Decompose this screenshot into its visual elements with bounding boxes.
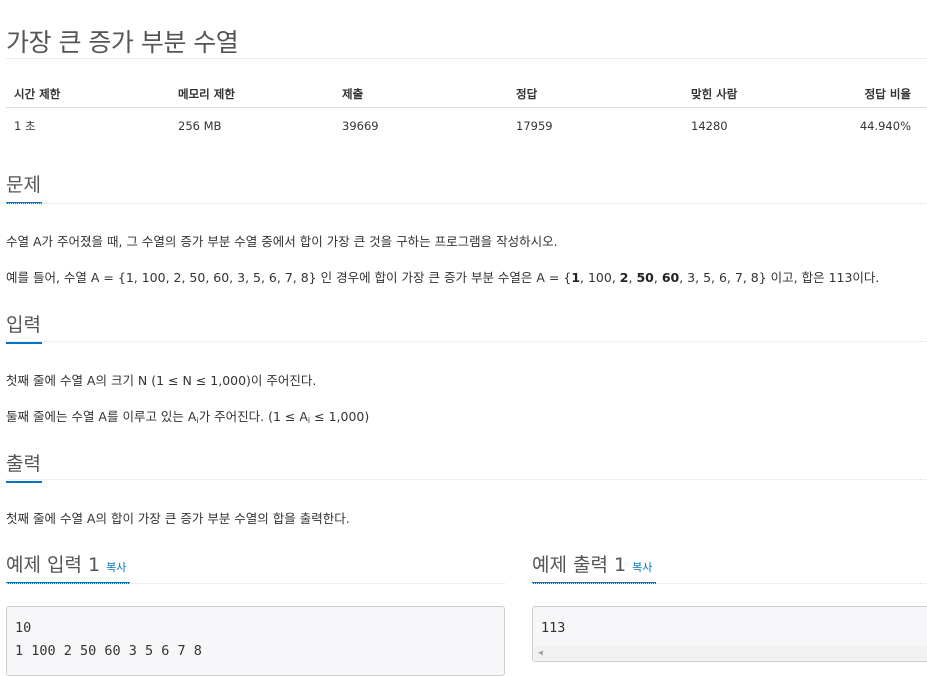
description-divider [6,203,927,204]
description-line-2-sep-3: , [653,270,662,285]
input-heading: 입력 [6,310,42,344]
copy-sample-output-button[interactable]: 복사 [632,561,652,574]
problem-stats-table: 시간 제한 메모리 제한 제출 정답 맞힌 사람 정답 비율 1 초 256 M… [6,80,927,144]
description-line-1: 수열 A가 주어졌을 때, 그 수열의 증가 부분 수열 중에서 합이 가장 큰… [6,234,558,249]
input-line-2: 둘째 줄에는 수열 A를 이루고 있는 Ai가 주어진다. (1 ≤ Ai ≤ … [6,406,369,425]
output-heading-underline [6,481,42,483]
input-line-2-end: ≤ 1,000) [310,409,370,424]
input-line-1: 첫째 줄에 수열 A의 크기 N (1 ≤ N ≤ 1,000)이 주어진다. [6,373,317,388]
stats-header-accepted-ratio: 정답 비율 [839,80,927,108]
stats-header-time-limit: 시간 제한 [6,80,170,108]
input-heading-text: 입력 [6,314,41,336]
sample-input-heading-text: 예제 입력 1 [6,554,101,576]
stats-memory-limit: 256 MB [178,119,222,133]
description-heading: 문제 [6,170,42,204]
stats-value-row: 1 초 256 MB 39669 17959 14280 44.940% [6,108,927,145]
scroll-left-arrow-icon[interactable]: ◀ [538,646,543,660]
highlight-3: 50 [636,270,654,285]
input-heading-underline [6,342,42,344]
sample-output-text: 113 [541,620,566,636]
input-divider [6,341,927,342]
stats-header-solved-users: 맞힌 사람 [683,80,839,108]
highlight-2: 2 [619,270,629,285]
description-heading-text: 문제 [6,174,41,196]
stats-submissions: 39669 [342,119,379,133]
title-divider [6,58,927,59]
highlight-1: 1 [571,270,581,285]
description-line-2-suffix: , 3, 5, 6, 7, 8} 이고, 합은 113이다. [679,270,880,285]
copy-sample-input-button[interactable]: 복사 [106,561,126,574]
description-line-2-sep-1: , 100, [580,270,620,285]
sample-input-box: 10 1 100 2 50 60 3 5 6 7 8 [6,606,505,676]
highlight-4: 60 [661,270,680,285]
sample-output-heading-text: 예제 출력 1 [532,554,627,576]
stats-time-limit: 1 초 [14,119,36,133]
sample-input-heading: 예제 입력 1 복사 [6,550,130,584]
stats-header-row: 시간 제한 메모리 제한 제출 정답 맞힌 사람 정답 비율 [6,80,927,108]
output-heading-text: 출력 [6,453,41,475]
sample-input-divider [6,583,506,584]
stats-header-accepted: 정답 [508,80,683,108]
stats-header-submissions: 제출 [334,80,508,108]
stats-accepted-ratio: 44.940% [859,119,911,133]
input-line-2-prefix: 둘째 줄에는 수열 A를 이루고 있는 A [6,409,197,424]
output-divider [6,479,927,480]
horizontal-scrollbar[interactable]: ◀ [534,646,927,660]
page-title: 가장 큰 증가 부분 수열 [6,27,239,57]
output-line-1: 첫째 줄에 수열 A의 합이 가장 큰 증가 부분 수열의 합을 출력한다. [6,511,350,526]
input-line-2-middle: 가 주어진다. (1 ≤ A [198,409,308,424]
stats-solved-users: 14280 [691,119,728,133]
sample-output-heading: 예제 출력 1 복사 [532,550,656,584]
output-heading: 출력 [6,449,42,483]
stats-header-memory-limit: 메모리 제한 [170,80,334,108]
sample-output-box: 113 ◀ [532,606,927,662]
stats-accepted: 17959 [516,119,553,133]
sample-output-divider [532,583,927,584]
description-line-2-prefix: 예를 들어, 수열 A = {1, 100, 2, 50, 60, 3, 5, … [6,270,572,285]
description-line-2: 예를 들어, 수열 A = {1, 100, 2, 50, 60, 3, 5, … [6,267,879,286]
